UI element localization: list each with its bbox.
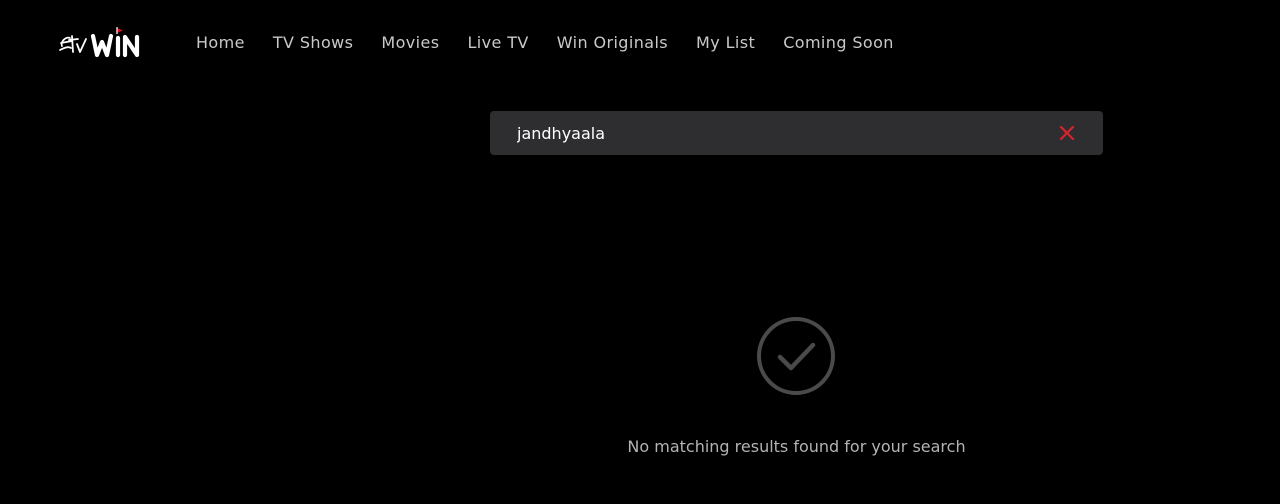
no-results-check-icon: [756, 316, 836, 396]
nav-item-live-tv[interactable]: Live TV: [467, 31, 528, 55]
check-circle-icon: [757, 317, 835, 395]
nav-item-coming-soon[interactable]: Coming Soon: [783, 31, 894, 55]
nav-item-home[interactable]: Home: [196, 31, 245, 55]
nav-item-my-list[interactable]: My List: [696, 31, 755, 55]
etv-win-logo[interactable]: [58, 24, 144, 60]
page: Home TV Shows Movies Live TV Win Origina…: [0, 0, 1280, 504]
close-icon: [1059, 125, 1075, 141]
top-navigation-bar: Home TV Shows Movies Live TV Win Origina…: [0, 0, 1280, 86]
search-input[interactable]: [517, 111, 1037, 155]
nav-item-win-originals[interactable]: Win Originals: [557, 31, 668, 55]
clear-search-button[interactable]: [1057, 123, 1077, 143]
no-results-message: No matching results found for your searc…: [627, 437, 966, 456]
nav-item-tv-shows[interactable]: TV Shows: [273, 31, 354, 55]
search-box: [490, 111, 1103, 155]
nav-item-movies[interactable]: Movies: [381, 31, 439, 55]
etv-win-logo-icon: [59, 27, 140, 58]
main-nav: Home TV Shows Movies Live TV Win Origina…: [196, 31, 894, 55]
